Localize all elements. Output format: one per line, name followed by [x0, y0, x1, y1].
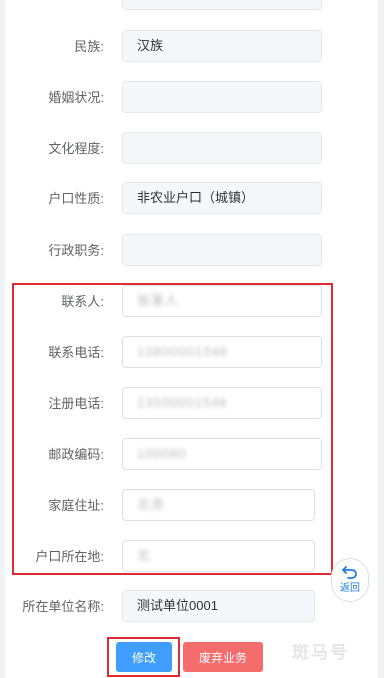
- highlight-box-contact-fields: [12, 283, 333, 575]
- row-employer: 所在单位名称: 测试单位0001: [0, 590, 384, 624]
- row-registered-phone: 注册电话: 13500001546: [0, 387, 384, 421]
- education-field: [122, 132, 322, 164]
- contact-input[interactable]: 张某人: [122, 285, 322, 317]
- admin-post-field: [122, 234, 322, 266]
- registered-phone-input[interactable]: 13500001546: [122, 387, 322, 419]
- hukou-location-value: 北: [137, 548, 152, 563]
- home-address-input[interactable]: 北京: [122, 489, 315, 521]
- row-education: 文化程度:: [0, 132, 384, 166]
- marital-status-label: 婚姻状况:: [48, 90, 104, 105]
- undo-arrow-icon: [332, 565, 368, 583]
- row-hukou-type: 户口性质: 非农业户口（城镇）: [0, 182, 384, 216]
- hukou-location-input[interactable]: 北: [122, 540, 315, 572]
- admin-post-label: 行政职务:: [48, 243, 104, 258]
- form-page: 民族: 汉族 婚姻状况: 文化程度: 户口性质: 非农业户口（城镇） 行政职务:…: [0, 0, 384, 678]
- registered-phone-label: 注册电话:: [48, 396, 104, 411]
- contact-phone-input[interactable]: 13800001348: [122, 336, 322, 368]
- employer-field: 测试单位0001: [122, 590, 315, 622]
- contact-phone-value: 13800001348: [137, 344, 228, 359]
- home-address-value: 北京: [137, 497, 166, 512]
- row-postcode: 邮政编码: 100080: [0, 438, 384, 472]
- contact-phone-label: 联系电话:: [48, 345, 104, 360]
- registered-phone-value: 13500001546: [137, 395, 228, 410]
- row-contact-phone: 联系电话: 13800001348: [0, 336, 384, 370]
- home-address-label: 家庭住址:: [48, 498, 104, 513]
- previous-field-clipped: [122, 0, 322, 10]
- postcode-value: 100080: [137, 446, 187, 461]
- row-marital-status: 婚姻状况:: [0, 81, 384, 115]
- postcode-label: 邮政编码:: [48, 447, 104, 462]
- hukou-type-label: 户口性质:: [48, 191, 104, 206]
- education-label: 文化程度:: [48, 141, 104, 156]
- employer-label: 所在单位名称:: [22, 599, 104, 614]
- row-contact: 联系人: 张某人: [0, 285, 384, 319]
- contact-value: 张某人: [137, 293, 180, 308]
- hukou-type-field: 非农业户口（城镇）: [122, 182, 322, 214]
- back-button[interactable]: 返回: [331, 558, 369, 602]
- hukou-location-label: 户口所在地:: [35, 549, 104, 564]
- row-admin-post: 行政职务:: [0, 234, 384, 268]
- ethnicity-field: 汉族: [122, 30, 322, 62]
- row-home-address: 家庭住址: 北京: [0, 489, 384, 523]
- abandon-business-button[interactable]: 废弃业务: [183, 642, 263, 672]
- contact-label: 联系人:: [61, 294, 104, 309]
- modify-button[interactable]: 修改: [116, 642, 172, 672]
- ethnicity-label: 民族:: [74, 39, 104, 54]
- back-button-label: 返回: [340, 583, 360, 594]
- watermark: 斑马号: [292, 643, 349, 662]
- row-ethnicity: 民族: 汉族: [0, 30, 384, 64]
- postcode-input[interactable]: 100080: [122, 438, 322, 470]
- row-hukou-location: 户口所在地: 北: [0, 540, 384, 574]
- marital-status-field: [122, 81, 322, 113]
